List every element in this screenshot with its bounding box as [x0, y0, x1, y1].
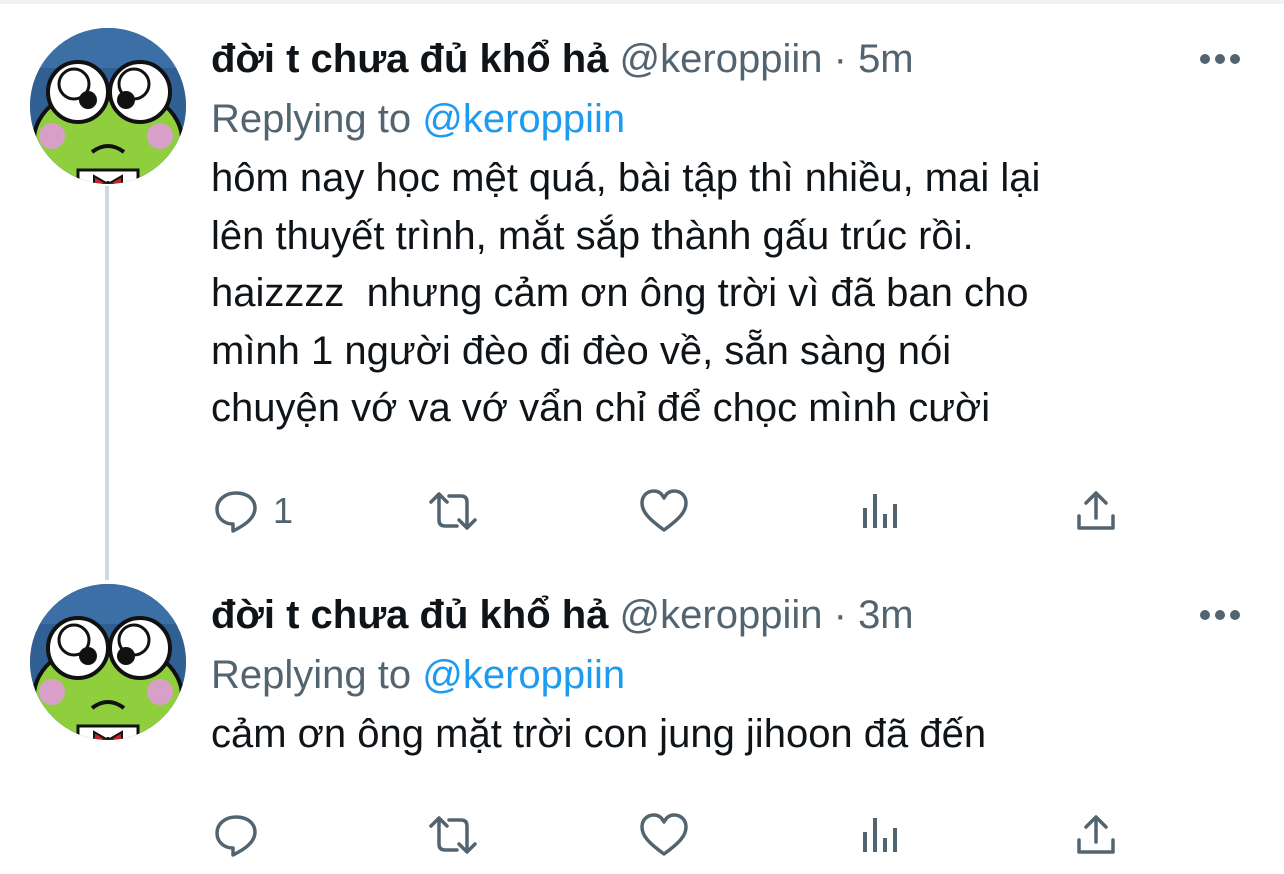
like-button[interactable]	[639, 486, 689, 536]
views-button[interactable]	[859, 486, 903, 536]
like-button[interactable]	[639, 810, 689, 860]
timestamp[interactable]: 3m	[858, 593, 914, 637]
retweet-button[interactable]	[425, 810, 481, 860]
separator-dot: ·	[833, 37, 847, 81]
more-icon	[1200, 54, 1210, 64]
share-icon	[1077, 815, 1115, 854]
timestamp[interactable]: 5m	[858, 37, 914, 81]
replying-to-label: Replying to	[211, 653, 412, 697]
retweet-icon	[429, 492, 477, 530]
tweet-content: đời t chưa đủ khổ hả @keroppiin · 3m Rep…	[211, 584, 1251, 764]
like-icon	[640, 489, 688, 532]
display-name[interactable]: đời t chưa đủ khổ hả	[211, 593, 608, 637]
tweet-header: đời t chưa đủ khổ hả @keroppiin · 5m	[211, 28, 1251, 90]
avatar[interactable]	[30, 28, 186, 184]
replying-to-line: Replying to @keroppiin	[211, 90, 1251, 148]
replying-to-link[interactable]: @keroppiin	[422, 97, 625, 141]
replying-to-label: Replying to	[211, 97, 412, 141]
more-options-button[interactable]	[1200, 610, 1240, 624]
user-handle[interactable]: @keroppiin	[620, 593, 823, 637]
more-options-button[interactable]	[1200, 54, 1240, 68]
display-name[interactable]: đời t chưa đủ khổ hả	[211, 37, 608, 81]
share-button[interactable]	[1073, 810, 1119, 860]
share-button[interactable]	[1073, 486, 1119, 536]
top-divider	[0, 0, 1284, 4]
reply-icon	[215, 815, 257, 857]
tweet-actions: 1	[211, 486, 1211, 536]
reply-icon	[215, 491, 257, 533]
tweet-content: đời t chưa đủ khổ hả @keroppiin · 5m Rep…	[211, 28, 1251, 438]
reply-button[interactable]	[213, 810, 273, 860]
tweet-actions	[211, 810, 1211, 860]
keroppi-avatar-image	[30, 28, 186, 184]
replying-to-line: Replying to @keroppiin	[211, 646, 1251, 704]
tweet-text: hôm nay học mệt quá, bài tập thì nhiều, …	[211, 156, 1041, 430]
views-icon	[863, 818, 897, 852]
user-handle[interactable]: @keroppiin	[620, 37, 823, 81]
retweet-button[interactable]	[425, 486, 481, 536]
like-icon	[640, 813, 688, 856]
share-icon	[1077, 491, 1115, 530]
keroppi-avatar-image	[30, 584, 186, 740]
tweet-text: cảm ơn ông mặt trời con jung jihoon đã đ…	[211, 712, 987, 756]
reply-count: 1	[273, 490, 294, 531]
more-icon	[1200, 610, 1210, 620]
retweet-icon	[429, 816, 477, 854]
views-button[interactable]	[859, 810, 903, 860]
views-icon	[863, 494, 897, 528]
replying-to-link[interactable]: @keroppiin	[422, 653, 625, 697]
thread-connector-line	[105, 186, 109, 580]
avatar[interactable]	[30, 584, 186, 740]
tweet-header: đời t chưa đủ khổ hả @keroppiin · 3m	[211, 584, 1251, 646]
reply-button[interactable]: 1	[213, 486, 293, 536]
separator-dot: ·	[833, 593, 847, 637]
